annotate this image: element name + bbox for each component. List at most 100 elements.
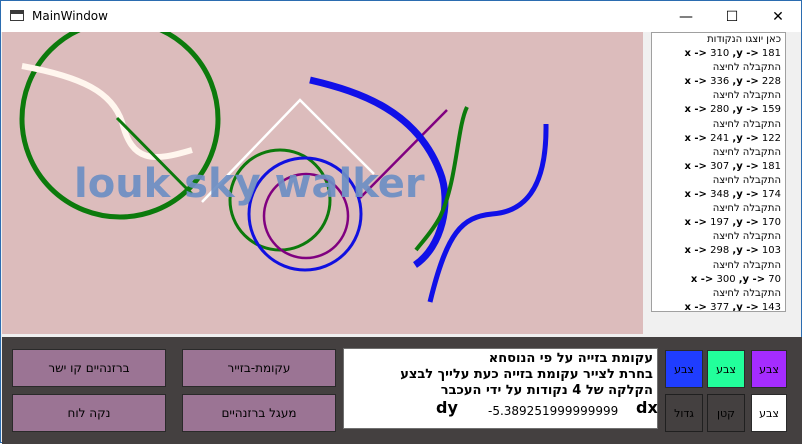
log-y-arrow: ,y ->	[732, 189, 759, 201]
points-log-panel[interactable]: כאן יוצגו הנקודות x -> 310 ,y -> 181 התקב…	[651, 32, 786, 312]
drawing-surface: louk sky walker	[19, 32, 549, 303]
log-y-value: 143	[761, 301, 781, 312]
close-button[interactable]: ✕	[755, 1, 801, 32]
log-x-arrow: x ->	[684, 160, 707, 172]
minimize-button[interactable]: —	[663, 1, 709, 32]
bezier-curve-button[interactable]: עקומת-בזייר	[182, 349, 336, 387]
log-coordinate-line: x -> 298 ,y -> 103	[652, 244, 785, 258]
log-y-arrow: ,y ->	[732, 301, 759, 312]
size-small-label: קטן	[717, 406, 735, 420]
log-coordinate-line: x -> 197 ,y -> 170	[652, 216, 785, 230]
log-x-arrow: x ->	[684, 76, 707, 88]
log-y-value: 103	[761, 245, 781, 257]
log-x-value: 307	[710, 160, 730, 172]
clear-board-label: נקה לוח	[67, 406, 111, 420]
log-click-received: התקבלה לחיצה	[712, 203, 781, 215]
bresenham-line-button[interactable]: ברזנהיים קו ישר	[12, 349, 166, 387]
log-x-value: 280	[710, 104, 730, 116]
dx-label: dx	[636, 398, 658, 417]
log-x-value: 241	[710, 132, 730, 144]
color-white-button[interactable]: צבע	[751, 394, 787, 432]
color-blue-button[interactable]: צבע	[665, 350, 703, 388]
close-icon: ✕	[772, 8, 784, 25]
log-header: כאן יוצגו הנקודות	[707, 34, 781, 45]
minimize-icon: —	[679, 8, 693, 25]
bezier-curve-label: עקומת-בזייר	[227, 361, 291, 375]
size-small-button[interactable]: קטן	[707, 394, 745, 432]
log-coordinate-line: x -> 310 ,y -> 181	[652, 47, 785, 61]
log-click-received: התקבלה לחיצה	[712, 90, 781, 102]
log-x-arrow: x ->	[684, 48, 707, 60]
log-x-arrow: x ->	[684, 245, 707, 257]
log-x-arrow: x ->	[684, 301, 707, 312]
log-click-received: התקבלה לחיצה	[712, 174, 781, 186]
log-coordinate-line: x -> 348 ,y -> 174	[652, 188, 785, 202]
log-x-value: 298	[710, 245, 730, 257]
log-x-value: 300	[716, 273, 736, 285]
color-purple-button[interactable]: צבע	[751, 350, 787, 388]
watermark-text: louk sky walker	[74, 161, 425, 207]
info-panel: עקומת בזייה על פי הנוסחא בחרת לצייר עקומ…	[343, 348, 658, 429]
title-bar: MainWindow — ☐ ✕	[1, 1, 801, 32]
drawing-canvas[interactable]: louk sky walker	[2, 32, 643, 334]
size-large-label: גדול	[674, 406, 694, 420]
color-blue-label: צבע	[674, 362, 694, 376]
bresenham-circle-label: מעגל ברזנהיים	[221, 406, 297, 420]
log-y-value: 122	[761, 132, 781, 144]
log-x-value: 377	[710, 301, 730, 312]
log-click-received: התקבלה לחיצה	[712, 287, 781, 299]
log-coordinate-line: x -> 300 ,y -> 70	[652, 273, 785, 287]
log-y-arrow: ,y ->	[738, 273, 766, 285]
color-green-label: צבע	[716, 362, 736, 376]
size-large-button[interactable]: גדול	[665, 394, 703, 432]
bresenham-circle-button[interactable]: מעגל ברזנהיים	[182, 394, 336, 432]
log-y-value: 174	[761, 189, 781, 201]
log-y-arrow: ,y ->	[732, 76, 759, 88]
log-coordinate-line: x -> 307 ,y -> 181	[652, 160, 785, 174]
color-green-button[interactable]: צבע	[707, 350, 745, 388]
log-y-arrow: ,y ->	[732, 160, 759, 172]
color-white-label: צבע	[759, 406, 779, 420]
log-coordinate-line: x -> 336 ,y -> 228	[652, 75, 785, 89]
log-x-arrow: x ->	[684, 217, 707, 229]
log-y-arrow: ,y ->	[732, 48, 759, 60]
log-x-arrow: x ->	[690, 273, 714, 285]
log-coordinate-line: x -> 377 ,y -> 143	[652, 301, 785, 312]
log-x-value: 336	[710, 76, 730, 88]
log-list: x -> 310 ,y -> 181 התקבלה לחיצה x -> 336 ,…	[652, 47, 785, 312]
log-y-arrow: ,y ->	[732, 132, 759, 144]
log-y-value: 181	[761, 48, 781, 60]
info-line-3: הקלקה של 4 נקודות על ידי העכבר	[440, 383, 653, 398]
log-x-arrow: x ->	[684, 132, 707, 144]
bresenham-line-label: ברזנהיים קו ישר	[48, 361, 130, 375]
dy-label: dy	[436, 398, 458, 417]
log-y-arrow: ,y ->	[732, 104, 759, 116]
delta-row: dy -5.389251999999999 dx	[348, 398, 658, 419]
log-x-value: 197	[710, 217, 730, 229]
maximize-icon: ☐	[725, 8, 739, 25]
log-click-received: התקבלה לחיצה	[712, 231, 781, 243]
log-x-value: 310	[710, 48, 730, 60]
color-purple-label: צבע	[759, 362, 779, 376]
log-x-value: 348	[710, 189, 730, 201]
log-click-received: התקבלה לחיצה	[712, 62, 781, 74]
window-app-icon	[10, 10, 24, 21]
log-click-received: התקבלה לחיצה	[712, 259, 781, 271]
info-line-1: עקומת בזייה על פי הנוסחא	[488, 351, 653, 366]
log-x-arrow: x ->	[684, 104, 707, 116]
white-bezier-curve	[21, 63, 193, 160]
main-window: MainWindow — ☐ ✕ louk sky walker כאן יוצ…	[0, 0, 802, 444]
log-y-value: 70	[768, 273, 781, 285]
log-coordinate-line: x -> 280 ,y -> 159	[652, 103, 785, 117]
maximize-button[interactable]: ☐	[709, 1, 755, 32]
log-y-arrow: ,y ->	[732, 245, 759, 257]
log-y-value: 228	[761, 76, 781, 88]
log-click-received: התקבלה לחיצה	[712, 146, 781, 158]
info-line-2: בחרת לצייר עקומת בזייה כעת עלייך לבצע	[400, 367, 653, 382]
window-title: MainWindow	[32, 9, 108, 23]
dx-value: -5.389251999999999	[488, 404, 619, 418]
log-coordinate-line: x -> 241 ,y -> 122	[652, 132, 785, 146]
log-y-arrow: ,y ->	[732, 217, 759, 229]
log-click-received: התקבלה לחיצה	[712, 118, 781, 130]
clear-board-button[interactable]: נקה לוח	[12, 394, 166, 432]
